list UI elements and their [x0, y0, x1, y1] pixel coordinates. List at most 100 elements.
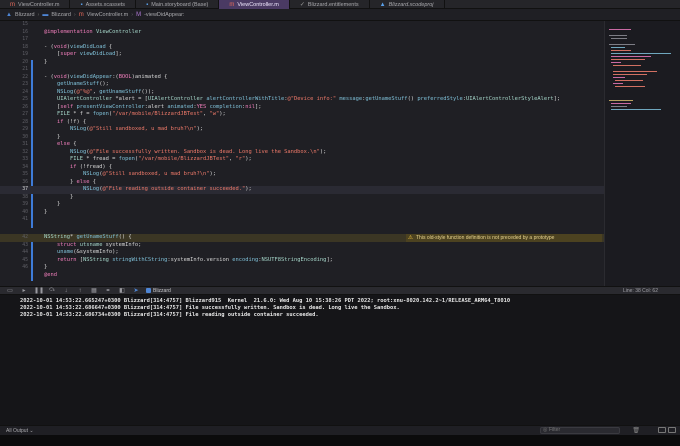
- split-right-icon[interactable]: [668, 427, 676, 433]
- layout-buttons: [658, 427, 676, 433]
- trash-icon[interactable]: 🗑: [632, 427, 640, 434]
- debug-target-label: Blizzard: [153, 287, 171, 294]
- memory-graph-icon[interactable]: ⚭: [104, 287, 112, 294]
- code-line: 32 NSLog(@"File successfully written. Sa…: [22, 148, 327, 155]
- minimap-line: [611, 56, 651, 57]
- folder-icon: ▬: [42, 11, 49, 18]
- code-line: 30 }: [22, 133, 61, 140]
- tab-label: Main.storyboard (Base): [151, 1, 209, 8]
- breadcrumb-project[interactable]: Blizzard: [15, 12, 35, 18]
- minimap-line: [611, 106, 627, 107]
- code-line: 45 return [NSString stringWithCString:sy…: [22, 256, 333, 263]
- warning-text: This old-style function definition is no…: [416, 235, 555, 241]
- code-line: 19 [super viewDidLoad];: [22, 51, 122, 57]
- filter-input[interactable]: ◎ Filter: [540, 427, 620, 434]
- code-line: 20}: [22, 58, 48, 65]
- code-line: 28 if (!f) {: [22, 118, 87, 125]
- view-hierarchy-icon[interactable]: ▦: [90, 287, 98, 294]
- step-in-icon[interactable]: ↓: [62, 288, 70, 294]
- minimap[interactable]: [604, 21, 680, 286]
- console-line: 2022-10-01 14:53:22.665247+0300 Blizzard…: [20, 298, 511, 304]
- minimap-line: [611, 59, 645, 60]
- code-line: 18- (void)viewDidLoad {: [22, 43, 113, 50]
- code-line: 21: [22, 67, 28, 72]
- objc-file-icon: m: [229, 1, 235, 8]
- console-bottom-bar: All Output ⌄ ◎ Filter 🗑: [0, 425, 680, 435]
- minimap-line: [613, 74, 647, 75]
- chevron-right-icon: ›: [37, 11, 40, 18]
- debug-target[interactable]: Blizzard: [146, 288, 171, 294]
- tab-main-storyboard[interactable]: ▪ Main.storyboard (Base): [136, 0, 220, 9]
- code-line: 24 NSLog(@"%@", getUnameStuff());: [22, 88, 155, 95]
- tab-viewcontroller-m[interactable]: m ViewController.m: [0, 0, 71, 9]
- code-line: @end: [44, 271, 57, 278]
- xcodeproj-icon: ▲: [379, 1, 386, 8]
- step-out-icon[interactable]: ↑: [76, 288, 84, 294]
- code-line: 33 FILE * fread = fopen("/var/mobile/Bli…: [22, 156, 252, 162]
- breadcrumb-file[interactable]: ViewController.m: [87, 12, 128, 18]
- minimap-line: [611, 38, 627, 39]
- minimap-line: [613, 77, 625, 78]
- minimap-line: [609, 29, 631, 30]
- warning-annotation[interactable]: ⚠ This old-style function definition is …: [406, 234, 602, 242]
- code-line: 38 }: [22, 193, 74, 200]
- breakpoints-toggle-icon[interactable]: ▸: [20, 287, 28, 294]
- chevron-down-icon: ⌄: [29, 427, 34, 434]
- minimap-line: [615, 86, 645, 87]
- tab-xcodeproj[interactable]: ▲ Blizzard.xcodeproj: [370, 0, 445, 9]
- code-line: 40}: [22, 208, 48, 215]
- location-icon[interactable]: ➤: [132, 287, 140, 294]
- code-line: 27 FILE * f = fopen("/var/mobile/Blizzar…: [22, 111, 226, 117]
- tab-label: ViewController.m: [18, 1, 60, 8]
- project-icon: ▲: [6, 11, 12, 18]
- tab-label: Blizzard.xcodeproj: [388, 1, 434, 8]
- entitlements-icon: ✓: [299, 2, 305, 8]
- app-icon: [146, 288, 151, 293]
- minimap-line: [611, 53, 671, 54]
- console-output[interactable]: 2022-10-01 14:53:22.665247+0300 Blizzard…: [0, 295, 680, 425]
- tab-entitlements[interactable]: ✓ Blizzard.entitlements: [290, 0, 370, 9]
- code-line: 16 @implementation ViewController: [22, 28, 142, 35]
- code-line: 17: [22, 37, 28, 42]
- minimap-line: [613, 71, 657, 72]
- method-icon: M: [136, 11, 142, 18]
- output-selector[interactable]: All Output ⌄: [6, 428, 34, 434]
- minimap-line: [609, 100, 633, 101]
- storyboard-icon: ▪: [146, 1, 149, 8]
- tab-viewcontroller-m-active[interactable]: m ViewController.m: [219, 0, 290, 9]
- code-editor[interactable]: 15 16 @implementation ViewController 17 1…: [0, 21, 604, 286]
- code-line: 26 [self presentViewController:alert ani…: [22, 103, 262, 110]
- code-line: 46}: [22, 264, 48, 270]
- assets-folder-icon: ▪: [80, 1, 83, 8]
- code-line-current: 37 NSLog(@"File reading outside containe…: [0, 186, 604, 194]
- warning-icon: ⚠: [408, 235, 413, 241]
- pause-icon[interactable]: ❚❚: [34, 287, 44, 294]
- breadcrumb-method[interactable]: -viewDidAppear:: [144, 12, 184, 18]
- chevron-right-icon: ›: [73, 11, 76, 18]
- code-line: 31 else {: [22, 141, 77, 147]
- debug-bar: ▭ ▸ ❚❚ ⤼ ↓ ↑ ▦ ⚭ ◧ ➤ Blizzard Line: 38 C…: [0, 286, 680, 295]
- code-line: 25 UIAlertController *alert = [UIAlertCo…: [22, 96, 561, 102]
- split-left-icon[interactable]: [658, 427, 666, 433]
- code-line: 43 struct utsname systemInfo;: [22, 241, 142, 248]
- tab-assets[interactable]: ▪ Assets.xcassets: [70, 0, 137, 9]
- filter-icon: ◎: [543, 427, 548, 433]
- breadcrumb: ▲ Blizzard › ▬ Blizzard › m ViewControll…: [0, 9, 680, 21]
- minimap-line: [613, 65, 641, 66]
- minimap-line: [609, 44, 635, 45]
- hide-debug-area-icon[interactable]: ▭: [6, 287, 14, 294]
- code-line: 15: [22, 22, 28, 27]
- breadcrumb-folder[interactable]: Blizzard: [51, 12, 71, 18]
- code-line: 34 if (!fread) {: [22, 163, 113, 170]
- tab-label: Assets.xcassets: [85, 1, 126, 8]
- code-line: 44 uname(&systemInfo);: [22, 249, 119, 255]
- window-bottom-strip: [0, 435, 680, 446]
- minimap-line: [611, 109, 661, 110]
- environment-overrides-icon[interactable]: ◧: [118, 287, 126, 294]
- step-over-icon[interactable]: ⤼: [48, 287, 56, 294]
- minimap-line: [611, 47, 625, 48]
- minimap-line: [613, 83, 623, 84]
- objc-file-icon: m: [78, 11, 84, 18]
- code-line: 39 }: [22, 201, 61, 207]
- minimap-line: [609, 35, 627, 36]
